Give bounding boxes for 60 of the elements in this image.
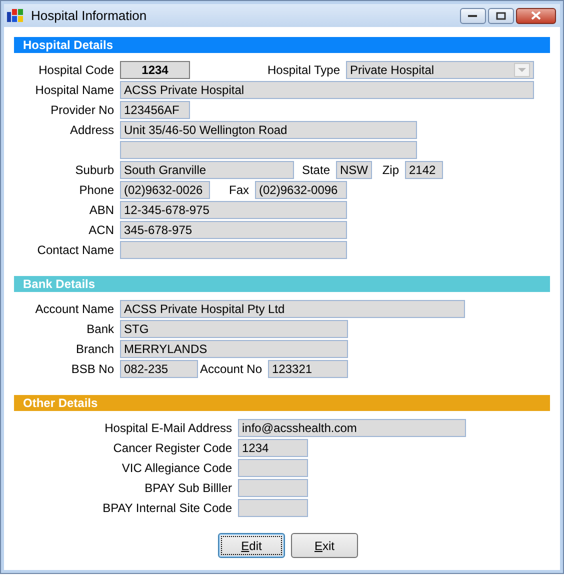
- input-field[interactable]: [238, 459, 308, 477]
- field-label: Phone: [79, 183, 115, 197]
- field-label: Fax: [228, 183, 250, 197]
- input-field[interactable]: 123321: [268, 360, 348, 378]
- maximize-button[interactable]: [488, 8, 514, 24]
- input-field[interactable]: STG: [120, 320, 348, 338]
- input-field[interactable]: MERRYLANDS: [120, 340, 348, 358]
- input-field[interactable]: South Granville: [120, 161, 294, 179]
- input-field[interactable]: 2142: [405, 161, 443, 179]
- section-header: Hospital Details: [14, 37, 550, 53]
- section-header: Other Details: [14, 395, 550, 411]
- input-field[interactable]: info@acsshealth.com: [238, 419, 466, 437]
- app-icon: [7, 8, 23, 24]
- input-field[interactable]: [120, 241, 347, 259]
- field-label: Provider No: [50, 103, 115, 117]
- input-field[interactable]: (02)9632-0096: [255, 181, 347, 199]
- field-label: Hospital Code: [38, 63, 115, 77]
- section-header: Bank Details: [14, 276, 550, 292]
- field-label: Address: [70, 123, 115, 137]
- input-field[interactable]: [120, 141, 417, 159]
- window-title: Hospital Information: [31, 8, 148, 23]
- input-field[interactable]: (02)9632-0026: [120, 181, 210, 199]
- minimize-button[interactable]: [460, 8, 486, 24]
- field-label: Bank: [86, 322, 115, 336]
- input-field[interactable]: ACSS Private Hospital Pty Ltd: [120, 300, 465, 318]
- close-button[interactable]: [516, 8, 556, 24]
- field-label: ACN: [88, 223, 115, 237]
- field-label: VIC Allegiance Code: [122, 461, 233, 475]
- field-label: Account Name: [35, 302, 115, 316]
- field-label: ABN: [89, 203, 115, 217]
- action-button[interactable]: Edit: [218, 533, 285, 558]
- field-label: Suburb: [75, 163, 115, 177]
- minimize-icon: [468, 14, 478, 18]
- input-field[interactable]: 082-235: [120, 360, 198, 378]
- field-label: Hospital Type: [268, 63, 341, 77]
- field-label: Zip: [382, 163, 400, 177]
- input-field[interactable]: [238, 499, 308, 517]
- input-field[interactable]: Unit 35/46-50 Wellington Road: [120, 121, 417, 139]
- input-field[interactable]: ACSS Private Hospital: [120, 81, 534, 99]
- field-label: Hospital E-Mail Address: [104, 421, 233, 435]
- input-field[interactable]: NSW: [336, 161, 372, 179]
- maximize-icon: [496, 12, 506, 20]
- input-field[interactable]: 12-345-678-975: [120, 201, 347, 219]
- input-field[interactable]: 345-678-975: [120, 221, 347, 239]
- input-field[interactable]: [238, 479, 308, 497]
- input-field[interactable]: 1234: [238, 439, 308, 457]
- field-label: Branch: [76, 342, 115, 356]
- input-field[interactable]: 123456AF: [120, 101, 190, 119]
- field-label: BPAY Internal Site Code: [102, 501, 233, 515]
- field-label: State: [302, 163, 331, 177]
- field-label: BSB No: [71, 362, 115, 376]
- action-button[interactable]: Exit: [291, 533, 358, 558]
- field-label: BPAY Sub Billler: [144, 481, 233, 495]
- input-field[interactable]: 1234: [120, 61, 190, 79]
- field-label: Contact Name: [37, 243, 115, 257]
- field-label: Hospital Name: [35, 83, 115, 97]
- close-icon: [531, 11, 541, 20]
- hospital-type-dropdown[interactable]: Private Hospital: [346, 61, 534, 79]
- field-label: Account No: [200, 362, 263, 376]
- field-label: Cancer Register Code: [113, 441, 233, 455]
